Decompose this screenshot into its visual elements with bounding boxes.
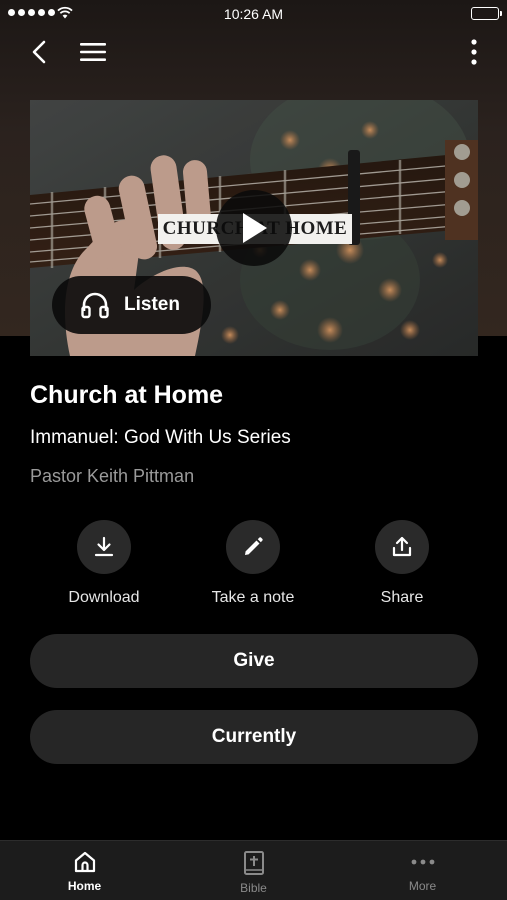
sermon-title: Church at Home	[30, 381, 224, 409]
share-icon	[392, 536, 412, 557]
play-button[interactable]	[216, 190, 292, 266]
give-button[interactable]: Give	[30, 634, 478, 688]
share-label: Share	[380, 589, 424, 606]
home-icon	[74, 851, 95, 873]
take-note-action[interactable]: Take a note	[178, 520, 328, 607]
status-bar: 10:26 AM	[0, 0, 507, 28]
back-button[interactable]	[24, 36, 54, 68]
hamburger-icon	[80, 43, 106, 61]
more-vertical-icon	[471, 39, 477, 65]
sermon-media-card[interactable]: CHURCH AT HOME Listen	[30, 100, 478, 356]
pencil-icon	[245, 537, 263, 555]
bible-icon	[243, 851, 264, 875]
tab-bible-label: Bible	[240, 881, 267, 895]
listen-button[interactable]: Listen	[52, 276, 211, 334]
download-icon	[94, 536, 114, 557]
headphones-icon	[81, 292, 109, 319]
download-label: Download	[68, 589, 140, 606]
tab-bible[interactable]: Bible	[169, 841, 338, 900]
more-icon	[411, 859, 434, 865]
tab-home-label: Home	[67, 879, 102, 893]
status-time: 10:26 AM	[223, 6, 284, 22]
tab-home[interactable]: Home	[0, 841, 169, 900]
listen-label: Listen	[124, 294, 180, 315]
share-action[interactable]: Share	[327, 520, 477, 607]
tab-more-label: More	[408, 879, 437, 893]
chevron-left-icon	[32, 40, 46, 64]
share-button[interactable]	[375, 520, 429, 574]
take-note-label: Take a note	[211, 589, 295, 606]
take-note-button[interactable]	[226, 520, 280, 574]
overflow-menu-button[interactable]	[465, 36, 483, 68]
download-action[interactable]: Download	[29, 520, 179, 607]
download-button[interactable]	[77, 520, 131, 574]
sermon-speaker: Pastor Keith Pittman	[30, 466, 195, 486]
currently-button[interactable]: Currently	[30, 710, 478, 764]
battery-icon	[471, 7, 502, 20]
play-icon	[243, 213, 267, 243]
menu-button[interactable]	[76, 36, 110, 68]
sermon-series: Immanuel: God With Us Series	[30, 427, 291, 448]
bottom-tab-bar: Home Bible More	[0, 840, 507, 900]
tab-more[interactable]: More	[338, 841, 507, 900]
